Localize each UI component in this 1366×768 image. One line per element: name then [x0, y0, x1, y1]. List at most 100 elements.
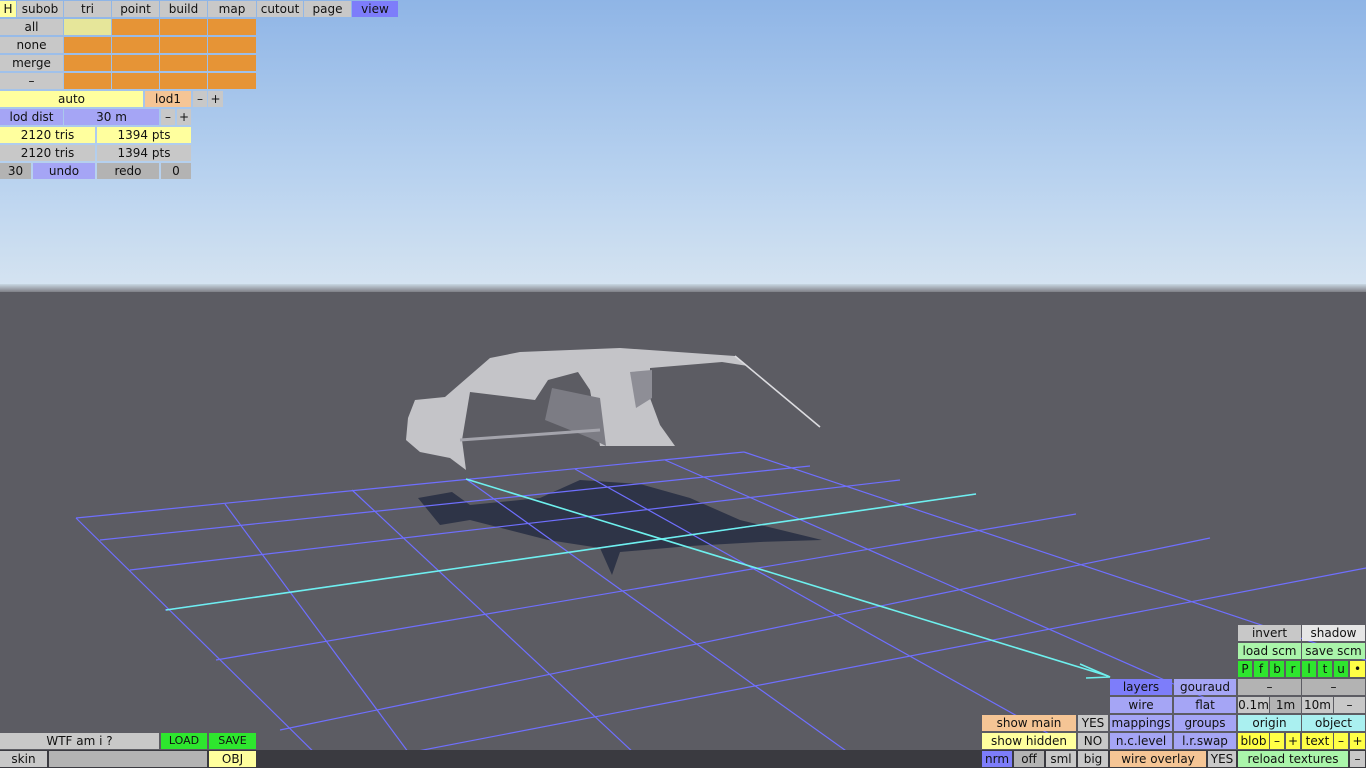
select-cell-4-1[interactable] [64, 73, 111, 89]
normals-off-button[interactable]: off [1014, 751, 1044, 767]
show-main-toggle[interactable]: YES [1078, 715, 1108, 731]
view-under-button[interactable]: u [1334, 661, 1348, 677]
nc-level-button[interactable]: n.c.level [1110, 733, 1172, 749]
view-front-button[interactable]: f [1254, 661, 1268, 677]
lr-swap-button[interactable]: l.r.swap [1174, 733, 1236, 749]
tab-build[interactable]: build [160, 1, 207, 17]
grid-minus-button[interactable]: – [1334, 697, 1365, 713]
show-main-label: show main [982, 715, 1076, 731]
lod-dist-value[interactable]: 30 m [64, 109, 159, 125]
point-count: 1394 pts [97, 127, 191, 143]
undo-button[interactable]: undo [33, 163, 95, 179]
normals-big-button[interactable]: big [1078, 751, 1108, 767]
tri-count-total: 2120 tris [0, 145, 95, 161]
view-top-button[interactable]: t [1318, 661, 1332, 677]
select-cell-1-2[interactable] [112, 19, 159, 35]
tab-page[interactable]: page [304, 1, 351, 17]
select-all-button[interactable]: all [0, 19, 63, 35]
select-cell-2-4[interactable] [208, 37, 256, 53]
tab-tri[interactable]: tri [64, 1, 111, 17]
invert-button[interactable]: invert [1238, 625, 1301, 641]
grid-0-1m-button[interactable]: 0.1m [1238, 697, 1269, 713]
lod-dist-minus-button[interactable]: – [161, 109, 175, 125]
view-perspective-button[interactable]: P [1238, 661, 1252, 677]
redo-button[interactable]: redo [97, 163, 159, 179]
select-cell-4-3[interactable] [160, 73, 207, 89]
select-cell-4-4[interactable] [208, 73, 256, 89]
load-button[interactable]: LOAD [161, 733, 207, 749]
lod-level-button[interactable]: lod1 [145, 91, 191, 107]
select-cell-3-2[interactable] [112, 55, 159, 71]
wire-overlay-toggle[interactable]: YES [1208, 751, 1236, 767]
undo-count: 30 [0, 163, 31, 179]
tab-view[interactable]: view [352, 1, 398, 17]
tab-cutout[interactable]: cutout [257, 1, 303, 17]
load-scm-button[interactable]: load scm [1238, 643, 1301, 659]
lod-auto-button[interactable]: auto [0, 91, 143, 107]
normals-sml-button[interactable]: sml [1046, 751, 1076, 767]
select-none-button[interactable]: none [0, 37, 63, 53]
merge-button[interactable]: merge [0, 55, 63, 71]
select-cell-2-2[interactable] [112, 37, 159, 53]
obj-button[interactable]: OBJ [209, 751, 256, 767]
select-cell-2-3[interactable] [160, 37, 207, 53]
view-right-button[interactable]: r [1286, 661, 1300, 677]
viewport-3d[interactable] [0, 0, 1366, 768]
select-cell-3-1[interactable] [64, 55, 111, 71]
wire-button[interactable]: wire [1110, 697, 1172, 713]
grid-10m-button[interactable]: 10m [1302, 697, 1333, 713]
flat-button[interactable]: flat [1174, 697, 1236, 713]
save-scm-button[interactable]: save scm [1302, 643, 1365, 659]
deselect-button[interactable]: – [0, 73, 63, 89]
show-hidden-toggle[interactable]: NO [1078, 733, 1108, 749]
text-button[interactable]: text [1302, 733, 1333, 749]
blob-button[interactable]: blob [1238, 733, 1269, 749]
select-cell-3-3[interactable] [160, 55, 207, 71]
help-button[interactable]: H [0, 1, 16, 17]
skin-name-field[interactable] [49, 751, 207, 767]
shadow-button[interactable]: shadow [1302, 625, 1365, 641]
reload-minus-button[interactable]: – [1350, 751, 1365, 767]
text-plus-button[interactable]: + [1350, 733, 1365, 749]
view-back-button[interactable]: b [1270, 661, 1284, 677]
tri-count: 2120 tris [0, 127, 95, 143]
lod-dist-label: lod dist [0, 109, 63, 125]
grid-floor [75, 451, 1366, 768]
object-button[interactable]: object [1302, 715, 1365, 731]
point-count-total: 1394 pts [97, 145, 191, 161]
origin-button[interactable]: origin [1238, 715, 1301, 731]
blob-plus-button[interactable]: + [1286, 733, 1300, 749]
view-dot-button[interactable]: • [1350, 661, 1365, 677]
wire-overlay-label: wire overlay [1110, 751, 1206, 767]
redo-count: 0 [161, 163, 191, 179]
groups-button[interactable]: groups [1174, 715, 1236, 731]
select-cell-3-4[interactable] [208, 55, 256, 71]
mappings-button[interactable]: mappings [1110, 715, 1172, 731]
select-cell-1-3[interactable] [160, 19, 207, 35]
save-button[interactable]: SAVE [209, 733, 256, 749]
blob-minus-button[interactable]: – [1270, 733, 1284, 749]
show-hidden-label: show hidden [982, 733, 1076, 749]
select-cell-4-2[interactable] [112, 73, 159, 89]
grid-option-2[interactable]: – [1302, 679, 1365, 695]
tab-subob[interactable]: subob [17, 1, 63, 17]
grid-option-1[interactable]: – [1238, 679, 1301, 695]
lod-dist-plus-button[interactable]: + [177, 109, 191, 125]
grid-1m-button[interactable]: 1m [1270, 697, 1301, 713]
view-left-button[interactable]: l [1302, 661, 1316, 677]
normals-nrm-button[interactable]: nrm [982, 751, 1012, 767]
lod-minus-button[interactable]: – [193, 91, 207, 107]
layers-button[interactable]: layers [1110, 679, 1172, 695]
tab-map[interactable]: map [208, 1, 256, 17]
text-minus-button[interactable]: – [1334, 733, 1348, 749]
tab-point[interactable]: point [112, 1, 159, 17]
gouraud-button[interactable]: gouraud [1174, 679, 1236, 695]
select-cell-2-1[interactable] [64, 37, 111, 53]
select-cell-1-4[interactable] [208, 19, 256, 35]
reload-textures-button[interactable]: reload textures [1238, 751, 1348, 767]
lod-plus-button[interactable]: + [208, 91, 223, 107]
select-cell-1-1[interactable] [64, 19, 111, 35]
car-model [406, 348, 821, 470]
skin-button[interactable]: skin [0, 751, 47, 767]
file-name-label: WTF am i ? [0, 733, 159, 749]
